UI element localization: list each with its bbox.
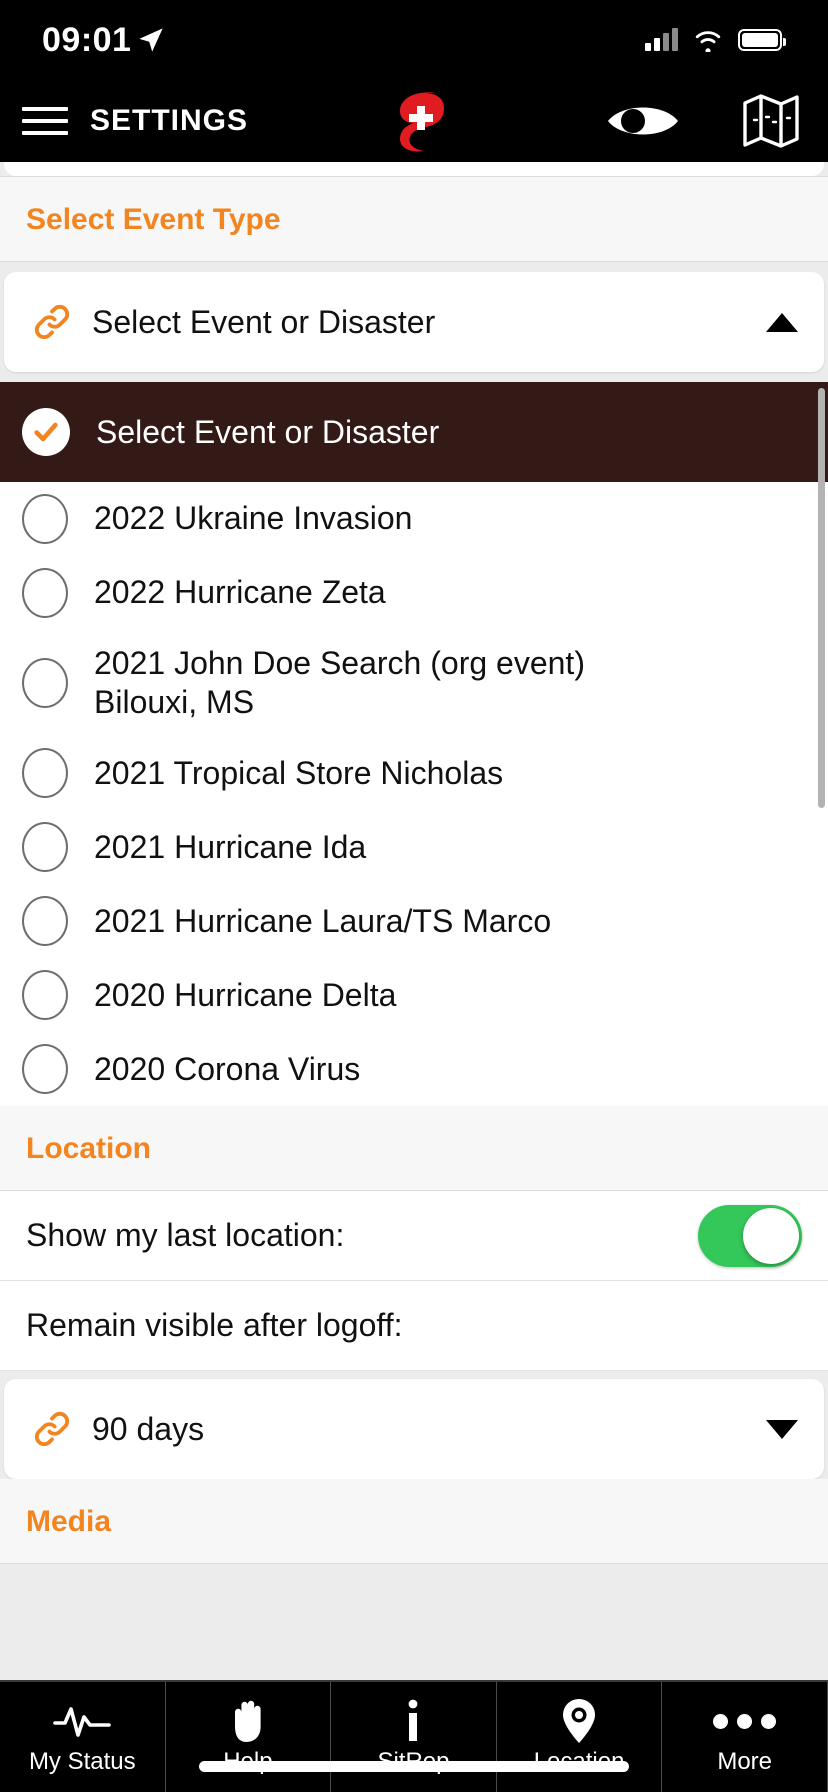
status-bar-left: 09:01 [42, 21, 165, 60]
chevron-down-icon[interactable] [766, 1419, 798, 1439]
hurricane-cross-logo-icon[interactable] [374, 89, 454, 153]
radio-unselected-icon[interactable] [22, 896, 68, 947]
location-arrow-icon [139, 28, 164, 52]
dropdown-option[interactable]: 2021 Tropical Store Nicholas [0, 736, 828, 811]
chevron-up-icon[interactable] [766, 312, 798, 332]
event-select-card[interactable]: Select Event or Disaster [4, 272, 824, 372]
ellipsis-icon [713, 1698, 777, 1744]
show-last-location-label: Show my last location: [26, 1217, 345, 1254]
dropdown-option-label: 2021 Hurricane Laura/TS Marco [94, 902, 552, 939]
radio-unselected-icon[interactable] [22, 658, 68, 709]
dropdown-scrollbar[interactable] [818, 388, 825, 808]
status-bar-right [645, 28, 786, 52]
tab-more[interactable]: More [662, 1682, 828, 1792]
dropdown-option-label: 2022 Hurricane Zeta [94, 574, 386, 611]
tab-label: My Status [28, 1748, 136, 1775]
hamburger-menu-icon[interactable] [22, 107, 68, 135]
radio-unselected-icon[interactable] [22, 822, 68, 873]
section-header-location: Location [0, 1106, 828, 1192]
dropdown-option[interactable]: 2020 Corona Virus [0, 1032, 828, 1107]
tab-help[interactable]: Help [166, 1682, 332, 1792]
dropdown-option[interactable]: 2022 Hurricane Zeta [0, 556, 828, 630]
tab-label: More [717, 1748, 773, 1775]
section-header-event-type: Select Event Type [0, 176, 828, 262]
radio-unselected-icon[interactable] [22, 1044, 68, 1095]
nav-bar: SETTINGS [0, 80, 828, 162]
show-last-location-toggle[interactable] [698, 1204, 802, 1267]
status-bar: 09:01 [0, 0, 828, 80]
radio-unselected-icon[interactable] [22, 568, 68, 618]
retention-select-card[interactable]: 90 days [4, 1379, 824, 1480]
radio-unselected-icon[interactable] [22, 494, 68, 544]
nav-right-actions [606, 93, 800, 149]
bottom-tab-bar: My Status Help SitRep [0, 1680, 828, 1792]
remain-visible-label: Remain visible after logoff: [26, 1307, 403, 1344]
radio-unselected-icon[interactable] [22, 970, 68, 1021]
info-i-icon [400, 1698, 426, 1744]
checkmark-icon [22, 408, 70, 456]
link-chain-icon [34, 304, 70, 340]
show-last-location-row[interactable]: Show my last location: [0, 1191, 828, 1282]
dropdown-option-label: 2020 Hurricane Delta [94, 976, 397, 1013]
event-select-field[interactable]: Select Event or Disaster [4, 272, 824, 372]
dropdown-option-label: 2021 John Doe Search (org event) Bilouxi… [94, 645, 585, 721]
toggle-knob [743, 1207, 799, 1264]
event-select-value: Select Event or Disaster [92, 303, 436, 340]
battery-full-icon [738, 29, 786, 51]
section-header-media: Media [0, 1479, 828, 1565]
clock-time: 09:01 [42, 20, 132, 59]
dropdown-selected-label: Select Event or Disaster [96, 413, 440, 450]
retention-value: 90 days [92, 1410, 205, 1447]
content-top-spacer [4, 162, 824, 176]
dropdown-selected-option[interactable]: Select Event or Disaster [0, 382, 828, 482]
dropdown-option[interactable]: 2022 Ukraine Invasion [0, 482, 828, 556]
wifi-icon [695, 31, 721, 52]
retention-select-field[interactable]: 90 days [4, 1379, 824, 1479]
tab-location[interactable]: Location [497, 1682, 663, 1792]
dropdown-option-label: 2021 Hurricane Ida [94, 828, 367, 865]
dropdown-option-label: 2022 Ukraine Invasion [94, 500, 413, 537]
pulse-waveform-icon [53, 1698, 112, 1744]
eye-visibility-icon[interactable] [606, 99, 680, 143]
dropdown-option[interactable]: 2020 Hurricane Delta [0, 958, 828, 1033]
cellular-signal-icon [645, 28, 678, 51]
dropdown-option-label: 2020 Corona Virus [94, 1050, 361, 1087]
dropdown-option[interactable]: 2021 Hurricane Ida [0, 810, 828, 885]
dropdown-option[interactable]: 2021 Hurricane Laura/TS Marco [0, 884, 828, 959]
link-chain-icon [34, 1411, 70, 1447]
dropdown-option-label: 2021 Tropical Store Nicholas [94, 754, 504, 791]
tab-sitrep[interactable]: SitRep [331, 1682, 497, 1792]
tab-my-status[interactable]: My Status [0, 1682, 166, 1792]
map-icon[interactable] [742, 93, 800, 149]
settings-content[interactable]: Select Event Type Select Event or Disast… [0, 162, 828, 1680]
map-pin-icon [560, 1698, 598, 1744]
app-screen: 09:01 SETTINGS Select Event Type Select … [0, 0, 828, 1792]
remain-visible-row: Remain visible after logoff: [0, 1281, 828, 1372]
raised-hand-icon [226, 1698, 270, 1744]
dropdown-option[interactable]: 2021 John Doe Search (org event) Bilouxi… [0, 630, 828, 737]
radio-unselected-icon[interactable] [22, 748, 68, 799]
page-title: SETTINGS [90, 104, 249, 137]
event-dropdown-list[interactable]: Select Event or Disaster 2022 Ukraine In… [0, 382, 828, 1107]
home-indicator [199, 1761, 629, 1772]
